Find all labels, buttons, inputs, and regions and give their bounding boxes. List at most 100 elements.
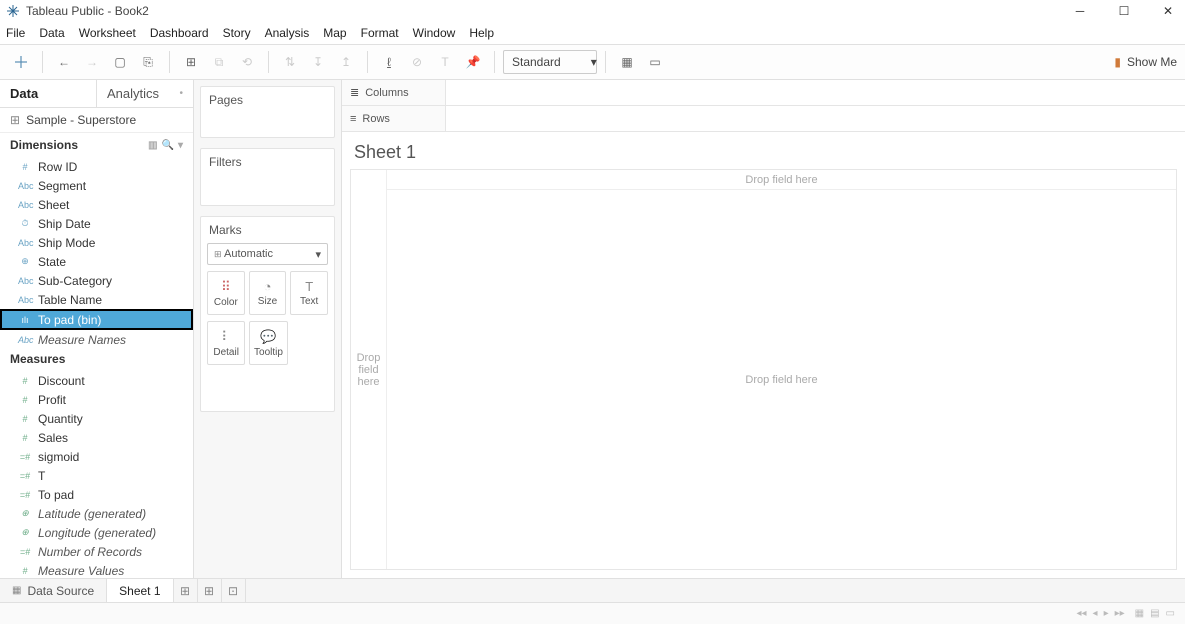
field-t[interactable]: =# T bbox=[0, 466, 193, 485]
bin-icon: ılı bbox=[18, 315, 32, 325]
menu-help[interactable]: Help bbox=[469, 26, 494, 40]
field-label: sigmoid bbox=[38, 450, 79, 464]
group-icon[interactable]: ⊘ bbox=[404, 49, 430, 75]
row-drop-zone[interactable]: Drop field here bbox=[351, 170, 387, 569]
title-bar: Tableau Public - Book2 ─ ☐ ✕ bbox=[0, 0, 1185, 22]
showme-icon: ▮ bbox=[1114, 55, 1121, 69]
presentation-icon[interactable]: ▭ bbox=[642, 49, 668, 75]
nav-next-icon[interactable]: ▸ bbox=[1104, 608, 1109, 619]
field-label: Measure Names bbox=[38, 333, 126, 347]
field-sigmoid[interactable]: =#sigmoid bbox=[0, 447, 193, 466]
new-data-button[interactable]: ⎘ bbox=[135, 49, 161, 75]
tableau-icon[interactable] bbox=[8, 49, 34, 75]
menu-map[interactable]: Map bbox=[323, 26, 346, 40]
abc-icon: Abc bbox=[18, 295, 32, 305]
field-label: T bbox=[38, 469, 45, 483]
main-drop-zone[interactable]: Drop field here bbox=[387, 190, 1176, 569]
marks-text-button[interactable]: TText bbox=[290, 271, 328, 315]
field-state[interactable]: ⊕State bbox=[0, 252, 193, 271]
view-icon[interactable]: ▥ bbox=[148, 140, 157, 151]
field-label: Quantity bbox=[38, 412, 83, 426]
field-to-pad[interactable]: =#To pad bbox=[0, 485, 193, 504]
new-worksheet-button[interactable]: ⊞ bbox=[174, 579, 198, 602]
tab-data-source[interactable]: ▦Data Source bbox=[0, 579, 107, 602]
columns-shelf[interactable] bbox=[446, 80, 1185, 105]
menu-story[interactable]: Story bbox=[223, 26, 251, 40]
field-row-id[interactable]: #Row ID bbox=[0, 157, 193, 176]
clear-icon[interactable]: ⟲ bbox=[234, 49, 260, 75]
field-sales[interactable]: #Sales bbox=[0, 428, 193, 447]
maximize-button[interactable]: ☐ bbox=[1117, 4, 1131, 18]
field-sub-category[interactable]: AbcSub-Category bbox=[0, 271, 193, 290]
marks-color-button[interactable]: ⠿Color bbox=[207, 271, 245, 315]
menu-file[interactable]: File bbox=[6, 26, 25, 40]
grid-icon[interactable]: ▦ bbox=[1135, 608, 1144, 619]
nav-prev-icon[interactable]: ◂ bbox=[1093, 608, 1098, 619]
labels-icon[interactable]: T bbox=[432, 49, 458, 75]
datasource-icon: ⊞ bbox=[10, 113, 20, 127]
new-worksheet-icon[interactable]: ⊞ bbox=[178, 49, 204, 75]
new-dashboard-button[interactable]: ⊞ bbox=[198, 579, 222, 602]
minimize-button[interactable]: ─ bbox=[1073, 4, 1087, 18]
rows-shelf[interactable] bbox=[446, 106, 1185, 131]
marks-detail-button[interactable]: ⠇Detail bbox=[207, 321, 245, 365]
field-table-name[interactable]: AbcTable Name bbox=[0, 290, 193, 309]
fit-dropdown[interactable]: Standard▾ bbox=[503, 50, 597, 74]
field-latitude[interactable]: ⊕Latitude (generated) bbox=[0, 504, 193, 523]
field-label: Sub-Category bbox=[38, 274, 112, 288]
field-quantity[interactable]: #Quantity bbox=[0, 409, 193, 428]
calc-icon: =# bbox=[18, 471, 32, 481]
field-longitude[interactable]: ⊕Longitude (generated) bbox=[0, 523, 193, 542]
status-bar: ◂◂◂▸▸▸ ▦▤▭ bbox=[0, 602, 1185, 624]
filters-shelf[interactable]: Filters bbox=[200, 148, 335, 206]
col-drop-zone[interactable]: Drop field here bbox=[387, 170, 1176, 190]
new-story-button[interactable]: ⊡ bbox=[222, 579, 246, 602]
show-me-button[interactable]: ▮ Show Me bbox=[1114, 55, 1177, 69]
swap-icon[interactable]: ⇅ bbox=[277, 49, 303, 75]
marks-size-button[interactable]: ◔Size bbox=[249, 271, 287, 315]
tab-data[interactable]: Data bbox=[0, 80, 96, 107]
field-measure-names[interactable]: AbcMeasure Names bbox=[0, 330, 193, 347]
nav-first-icon[interactable]: ◂◂ bbox=[1076, 608, 1086, 619]
menu-analysis[interactable]: Analysis bbox=[265, 26, 310, 40]
menu-data[interactable]: Data bbox=[39, 26, 64, 40]
field-number-records[interactable]: =#Number of Records bbox=[0, 542, 193, 561]
highlight-icon[interactable]: ℓ bbox=[376, 49, 402, 75]
marks-label: Marks bbox=[201, 217, 334, 243]
data-source-row[interactable]: ⊞ Sample - Superstore bbox=[0, 108, 193, 134]
menu-worksheet[interactable]: Worksheet bbox=[79, 26, 136, 40]
menu-icon[interactable]: ▾ bbox=[178, 140, 183, 151]
sort-asc-icon[interactable]: ↧ bbox=[305, 49, 331, 75]
menu-window[interactable]: Window bbox=[413, 26, 456, 40]
sort-desc-icon[interactable]: ↥ bbox=[333, 49, 359, 75]
field-discount[interactable]: #Discount bbox=[0, 371, 193, 390]
search-icon[interactable]: 🔍 bbox=[162, 140, 174, 151]
field-to-pad-bin[interactable]: ılıTo pad (bin) bbox=[0, 309, 193, 330]
datasource-icon: ▦ bbox=[12, 585, 21, 596]
field-segment[interactable]: AbcSegment bbox=[0, 176, 193, 195]
menu-dashboard[interactable]: Dashboard bbox=[150, 26, 209, 40]
cards-icon[interactable]: ▦ bbox=[614, 49, 640, 75]
duplicate-icon[interactable]: ⧉ bbox=[206, 49, 232, 75]
field-ship-date[interactable]: ⏱Ship Date bbox=[0, 214, 193, 233]
film-icon[interactable]: ▤ bbox=[1150, 608, 1159, 619]
sheet-title[interactable]: Sheet 1 bbox=[342, 132, 1185, 169]
tab-analytics[interactable]: Analytics• bbox=[96, 80, 193, 107]
field-profit[interactable]: #Profit bbox=[0, 390, 193, 409]
field-measure-values[interactable]: #Measure Values bbox=[0, 561, 193, 578]
slide-icon[interactable]: ▭ bbox=[1166, 608, 1175, 619]
pin-icon[interactable]: 📌 bbox=[460, 49, 486, 75]
field-sheet[interactable]: AbcSheet bbox=[0, 195, 193, 214]
pages-shelf[interactable]: Pages bbox=[200, 86, 335, 138]
marks-type-dropdown[interactable]: ⊞ Automatic▾ bbox=[207, 243, 328, 265]
undo-button[interactable]: ← bbox=[51, 49, 77, 75]
close-button[interactable]: ✕ bbox=[1161, 4, 1175, 18]
nav-last-icon[interactable]: ▸▸ bbox=[1115, 608, 1125, 619]
save-button[interactable]: ▢ bbox=[107, 49, 133, 75]
menu-format[interactable]: Format bbox=[361, 26, 399, 40]
tab-sheet-1[interactable]: Sheet 1 bbox=[107, 579, 173, 602]
field-ship-mode[interactable]: AbcShip Mode bbox=[0, 233, 193, 252]
redo-button[interactable]: → bbox=[79, 49, 105, 75]
marks-tooltip-button[interactable]: 💬Tooltip bbox=[249, 321, 287, 365]
viz-area[interactable]: Drop field here Drop field here Drop fie… bbox=[350, 169, 1177, 570]
